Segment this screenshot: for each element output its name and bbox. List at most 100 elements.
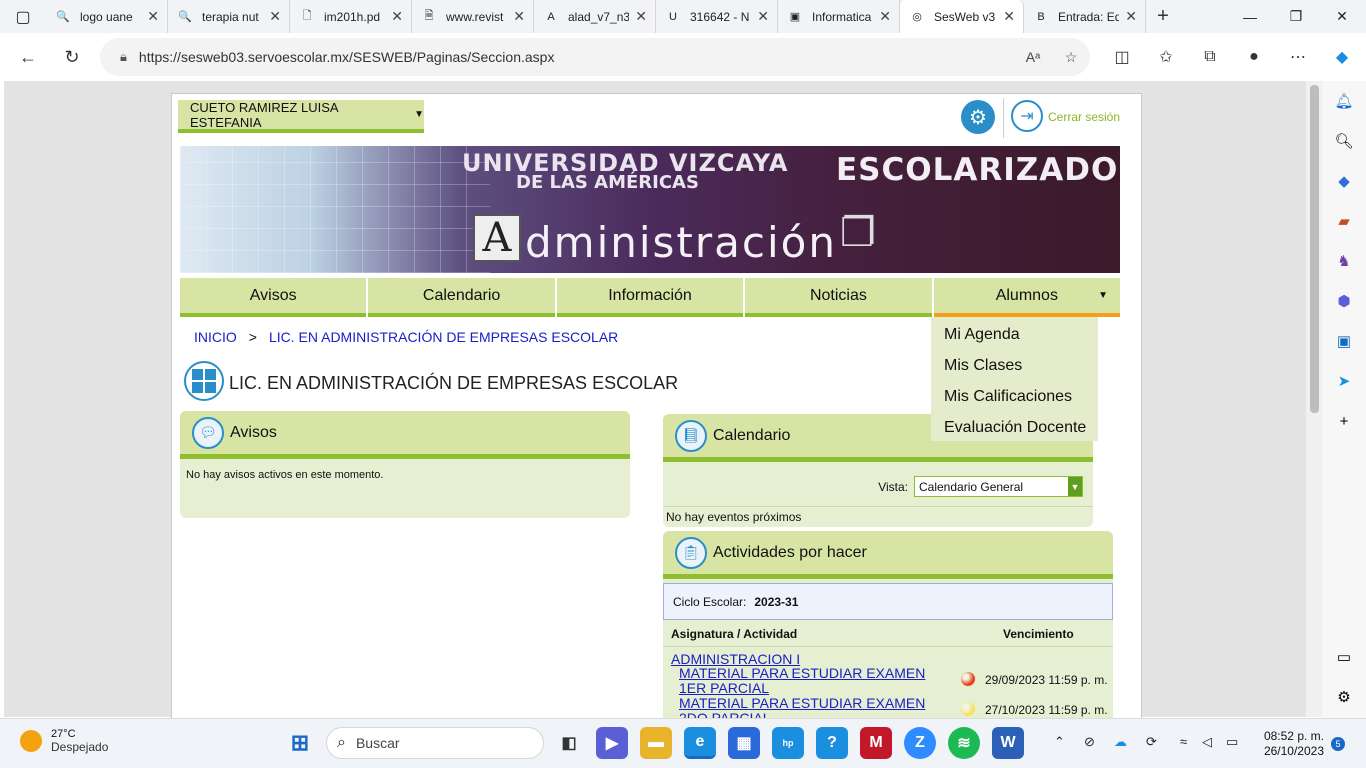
search-icon[interactable]: 🔍︎	[1322, 121, 1366, 161]
teams-icon[interactable]: ▶	[596, 727, 628, 759]
pdf-icon: ▣	[789, 11, 801, 23]
dropdown-item-mis-clases[interactable]: Mis Clases	[931, 350, 1098, 381]
volume-icon[interactable]: ◁	[1202, 734, 1212, 750]
mcafee-icon[interactable]: M	[860, 727, 892, 759]
add-sidebar-icon[interactable]: +	[1322, 401, 1366, 441]
close-tab-icon[interactable]: ✕	[1003, 8, 1015, 25]
onedrive-icon[interactable]: ☁	[1114, 734, 1127, 750]
menu-item-informacion[interactable]: Información	[556, 278, 744, 317]
refresh-icon[interactable]: ↻	[50, 37, 94, 77]
dropdown-item-evaluacion-docente[interactable]: Evaluación Docente	[931, 412, 1098, 443]
m365-icon[interactable]: ⬢	[1322, 281, 1366, 321]
battery-icon[interactable]: ▭	[1226, 734, 1238, 750]
logout-link[interactable]: Cerrar sesión	[1048, 110, 1120, 124]
wifi-icon[interactable]: ≈	[1180, 734, 1187, 749]
breadcrumb-current[interactable]: LIC. EN ADMINISTRACIÓN DE EMPRESAS ESCOL…	[269, 329, 618, 345]
close-tab-icon[interactable]: ✕	[269, 8, 281, 25]
sidebar-toggle-icon[interactable]: ▭	[1322, 637, 1366, 677]
vista-label: Vista:	[878, 479, 908, 494]
edge-icon[interactable]: e	[684, 727, 716, 759]
tag-icon[interactable]: ◆	[1322, 161, 1366, 201]
vista-select[interactable]: Calendario General ▼	[914, 476, 1083, 497]
settings-gear-icon[interactable]: ⚙	[961, 100, 995, 134]
dropdown-item-mi-agenda[interactable]: Mi Agenda	[931, 319, 1098, 350]
store-icon[interactable]: ▦	[728, 727, 760, 759]
myhp-icon[interactable]: hp	[772, 727, 804, 759]
browser-tab[interactable]: 🔍 logo uane ✕	[46, 0, 168, 33]
browser-tab[interactable]: ◎ SesWeb v3 ✕	[900, 0, 1024, 33]
menu-item-alumnos[interactable]: Alumnos ▼	[933, 278, 1121, 317]
sync-icon[interactable]: ⟳	[1146, 734, 1157, 750]
chat-bubble-icon: 💬︎	[192, 416, 224, 449]
close-window-icon[interactable]: ✕	[1319, 0, 1365, 33]
page-scrollbar[interactable]	[1306, 81, 1322, 717]
zoom-icon[interactable]: Z	[904, 727, 936, 759]
activity-link[interactable]: MATERIAL PARA ESTUDIAR EXAMEN 1ER PARCIA…	[679, 666, 949, 696]
logout-icon[interactable]: ⇥	[1011, 100, 1043, 132]
menu-label: Calendario	[422, 286, 501, 304]
settings-gear-icon[interactable]: ⚙	[1322, 677, 1366, 717]
header-divider	[1003, 98, 1004, 138]
read-aloud-icon[interactable]: Aᵃ	[1014, 49, 1052, 65]
menu-item-noticias[interactable]: Noticias	[745, 278, 932, 317]
close-tab-icon[interactable]: ✕	[635, 8, 647, 25]
vista-select-value: Calendario General	[919, 479, 1024, 494]
chess-icon[interactable]: ♞	[1322, 241, 1366, 281]
chevron-up-icon[interactable]: ⌃	[1054, 734, 1065, 750]
clock-date: 26/10/2023	[1263, 744, 1324, 758]
help-icon[interactable]: ?	[816, 727, 848, 759]
copilot-icon[interactable]: ◆	[1320, 47, 1364, 67]
bell-icon[interactable]: 🔔︎	[1322, 81, 1366, 121]
browser-tab[interactable]: U 316642 - N ✕	[656, 0, 778, 33]
url-field[interactable]: 🔒︎ https://sesweb03.servoescolar.mx/SESW…	[100, 38, 1090, 76]
browser-tab[interactable]: Aalad_v7_n3 ✕	[534, 0, 656, 33]
file-explorer-icon[interactable]: ▬	[640, 727, 672, 759]
task-view-icon[interactable]: ◧	[553, 727, 585, 759]
close-tab-icon[interactable]: ✕	[513, 8, 525, 25]
word-icon[interactable]: W	[992, 727, 1024, 759]
status-dot-red	[961, 672, 975, 686]
network-off-icon[interactable]: ⊘	[1084, 734, 1095, 750]
minimize-icon[interactable]: —	[1227, 0, 1273, 33]
restore-icon[interactable]: ❐	[1273, 0, 1319, 33]
more-menu-icon[interactable]: ⋯	[1276, 47, 1320, 67]
close-tab-icon[interactable]: ✕	[391, 8, 403, 25]
browser-tab[interactable]: 🗎 www.revist ✕	[412, 0, 534, 33]
tab-title: SesWeb v3	[934, 9, 996, 24]
tab-title: Informatica	[812, 9, 872, 24]
new-tab-button[interactable]: +	[1146, 5, 1180, 28]
close-tab-icon[interactable]: ✕	[757, 8, 769, 25]
browser-tab[interactable]: B Entrada: Ed ✕	[1024, 0, 1146, 33]
close-tab-icon[interactable]: ✕	[1125, 8, 1137, 25]
browser-tab[interactable]: 🔍 terapia nut ✕	[168, 0, 290, 33]
notification-badge[interactable]: 5	[1331, 737, 1345, 751]
clock[interactable]: 08:52 p. m. 26/10/2023	[1256, 729, 1324, 759]
close-tab-icon[interactable]: ✕	[147, 8, 159, 25]
status-dot-yellow	[961, 702, 975, 716]
collections-icon[interactable]: ⧉	[1188, 48, 1232, 66]
menu-item-avisos[interactable]: Avisos	[180, 278, 367, 317]
split-screen-icon[interactable]: ◫	[1100, 47, 1144, 67]
user-menu[interactable]: CUETO RAMIREZ LUISA ESTEFANIA ▼	[178, 100, 424, 133]
profile-avatar-icon[interactable]: ●	[1232, 48, 1276, 66]
menu-item-calendario[interactable]: Calendario	[368, 278, 555, 317]
briefcase-icon[interactable]: ▰	[1322, 201, 1366, 241]
windows-start-icon[interactable]: ⊞	[284, 727, 316, 759]
favorite-star-icon[interactable]: ☆	[1052, 49, 1090, 66]
dropdown-item-mis-calificaciones[interactable]: Mis Calificaciones	[931, 381, 1098, 412]
tab-title: logo uane	[80, 9, 133, 24]
breadcrumb-home[interactable]: INICIO	[194, 329, 237, 345]
header-banner: UNIVERSIDAD VIZCAYA DE LAS AMÉRICAS ESCO…	[180, 146, 1120, 273]
spotify-icon[interactable]: ≋	[948, 727, 980, 759]
taskbar-search[interactable]: ⌕ Buscar	[326, 727, 544, 759]
outlook-icon[interactable]: ▣	[1322, 321, 1366, 361]
browser-tab[interactable]: 🗋 im201h.pd ✕	[290, 0, 412, 33]
tab-actions-icon[interactable]: ▢	[0, 0, 46, 33]
back-icon[interactable]: ←	[6, 37, 50, 77]
favorites-icon[interactable]: ✩	[1144, 47, 1188, 67]
weather-widget[interactable]: 27°C Despejado	[20, 728, 108, 754]
menu-label: Información	[608, 286, 692, 304]
send-icon[interactable]: ➤	[1322, 361, 1366, 401]
close-tab-icon[interactable]: ✕	[879, 8, 891, 25]
browser-tab[interactable]: ▣ Informatica ✕	[778, 0, 900, 33]
